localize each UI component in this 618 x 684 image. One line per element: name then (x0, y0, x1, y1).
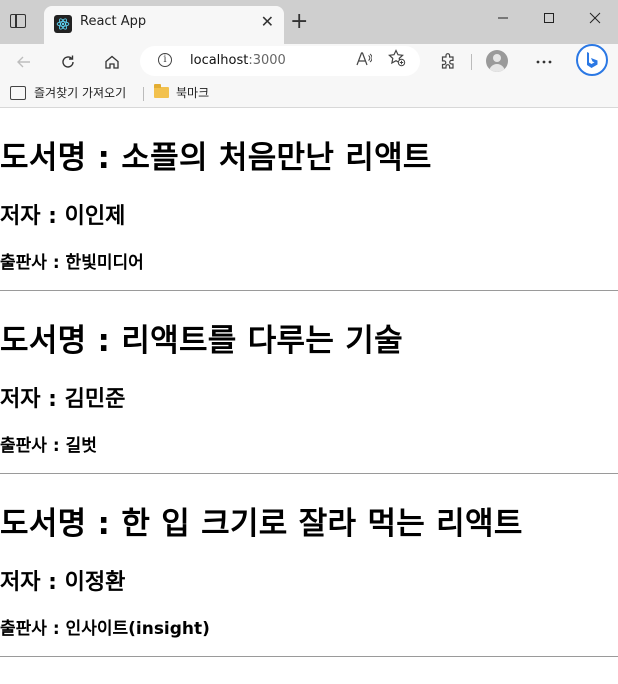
tab-strip: React App ✕ + (0, 0, 618, 44)
home-button[interactable] (100, 50, 124, 74)
tab-actions-icon[interactable] (10, 14, 26, 28)
react-logo-icon (54, 15, 72, 33)
bookmark-folder-item[interactable]: 북마크 (154, 84, 209, 101)
book-publisher: 출판사 : 한빛미디어 (0, 253, 144, 273)
url-port: :3000 (248, 53, 286, 68)
book-publisher: 출판사 : 인사이트(insight) (0, 619, 210, 639)
more-options-icon[interactable] (532, 50, 556, 74)
maximize-button[interactable] (526, 0, 572, 36)
browser-window: React App ✕ + i localhost:3000 즐겨찾기 가져오기… (0, 0, 618, 684)
bing-copilot-icon[interactable] (576, 44, 608, 76)
book-publisher: 출판사 : 길벗 (0, 436, 97, 456)
book-author: 저자 : 이정환 (0, 570, 126, 595)
close-window-button[interactable] (572, 0, 618, 36)
favorites-divider (143, 87, 144, 101)
extensions-icon[interactable] (436, 50, 460, 74)
tab-close-icon[interactable]: ✕ (261, 12, 274, 32)
profile-avatar[interactable] (486, 50, 508, 72)
url-host: localhost (190, 53, 249, 68)
url-field[interactable]: localhost:3000 (190, 53, 286, 68)
import-favorites-item[interactable]: 즐겨찾기 가져오기 (10, 84, 126, 101)
book-card: 도서명 : 한 입 크기로 잘라 먹는 리액트 저자 : 이정환 출판사 : 인… (0, 474, 618, 657)
book-title: 도서명 : 한 입 크기로 잘라 먹는 리액트 (0, 506, 523, 542)
folder-icon (154, 84, 169, 98)
tab-title: React App (80, 14, 147, 29)
window-controls (480, 0, 618, 36)
refresh-button[interactable] (56, 50, 80, 74)
read-aloud-icon[interactable] (356, 52, 373, 70)
favorites-bar: 즐겨찾기 가져오기 북마크 (0, 80, 618, 108)
minimize-button[interactable] (480, 0, 526, 36)
navigation-toolbar: i localhost:3000 (0, 44, 618, 80)
site-info-icon[interactable]: i (158, 53, 172, 67)
toolbar-divider (471, 54, 472, 70)
bookmark-folder-label: 북마크 (176, 86, 210, 100)
book-title: 도서명 : 소플의 처음만난 리액트 (0, 140, 432, 176)
page-content: 도서명 : 소플의 처음만난 리액트 저자 : 이인제 출판사 : 한빛미디어 … (0, 108, 618, 684)
tab-react-app[interactable]: React App ✕ (44, 6, 284, 44)
address-bar[interactable]: i localhost:3000 (140, 46, 420, 76)
book-author: 저자 : 이인제 (0, 204, 126, 229)
add-favorite-icon[interactable] (388, 49, 406, 72)
import-favorites-icon (10, 85, 26, 100)
back-button[interactable] (12, 50, 36, 74)
book-card: 도서명 : 소플의 처음만난 리액트 저자 : 이인제 출판사 : 한빛미디어 (0, 108, 618, 291)
import-favorites-label: 즐겨찾기 가져오기 (34, 86, 127, 100)
book-card: 도서명 : 리액트를 다루는 기술 저자 : 김민준 출판사 : 길벗 (0, 291, 618, 474)
book-title: 도서명 : 리액트를 다루는 기술 (0, 323, 403, 359)
new-tab-button[interactable]: + (290, 10, 308, 34)
book-author: 저자 : 김민준 (0, 387, 126, 412)
